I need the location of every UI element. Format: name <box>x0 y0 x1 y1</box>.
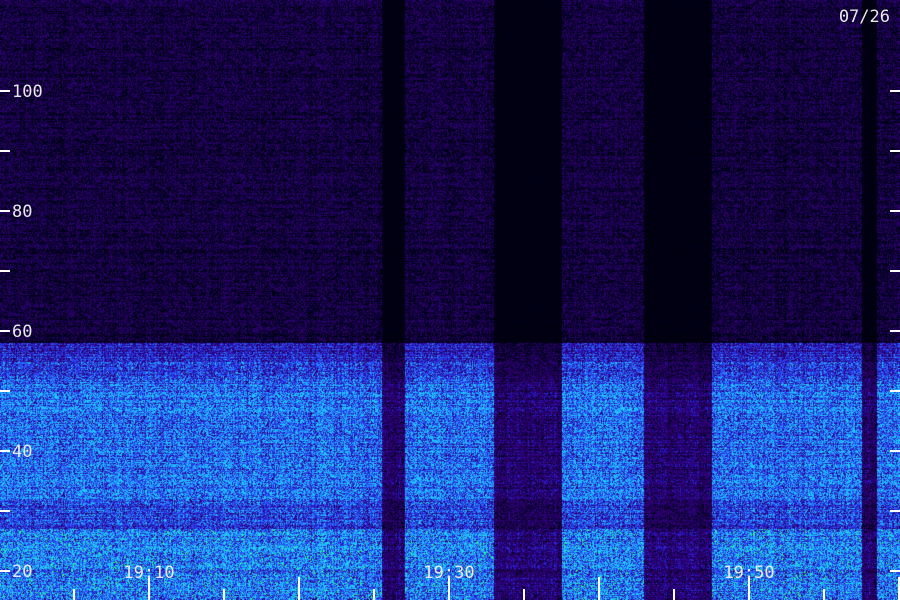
spectrogram-chart: 100 80 60 40 20 19:10 19:30 19:50 07/26 <box>0 0 900 600</box>
x-tick-label: 19:10 <box>123 563 174 583</box>
y-tick-label: 40 <box>12 442 32 462</box>
y-tick-label: 100 <box>12 82 43 102</box>
y-tick-label: 80 <box>12 202 32 222</box>
y-tick-label: 60 <box>12 322 32 342</box>
x-tick-label: 19:30 <box>423 563 474 583</box>
spectrogram-image <box>0 0 900 600</box>
x-tick-label: 19:50 <box>723 563 774 583</box>
spectrogram-heatmap <box>0 0 900 600</box>
y-tick-label: 20 <box>12 562 32 582</box>
date-label: 07/26 <box>839 7 890 27</box>
